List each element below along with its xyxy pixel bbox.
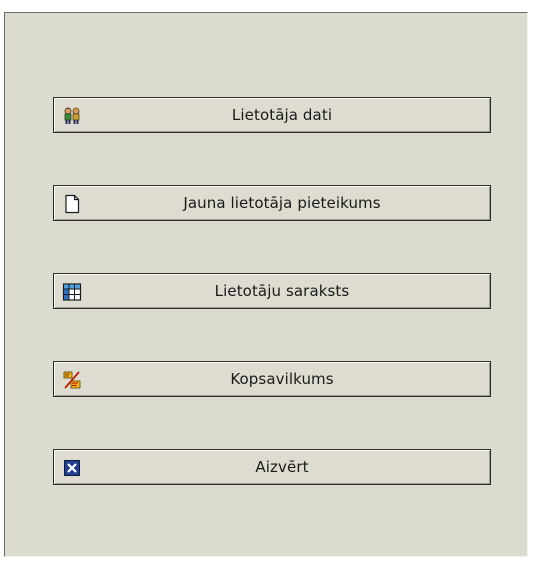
table-icon: [62, 282, 82, 302]
user-data-button[interactable]: Lietotāja dati: [53, 97, 491, 133]
users-icon: [62, 106, 82, 126]
close-icon: [62, 458, 82, 478]
close-button[interactable]: Aizvērt: [53, 449, 491, 485]
new-document-icon: [62, 194, 82, 214]
new-user-application-label: Jauna lietotāja pieteikums: [183, 194, 381, 212]
summary-button[interactable]: Kopsavilkums: [53, 361, 491, 397]
user-list-button[interactable]: Lietotāju saraksts: [53, 273, 491, 309]
new-user-application-button[interactable]: Jauna lietotāja pieteikums: [53, 185, 491, 221]
close-label: Aizvērt: [255, 458, 309, 476]
user-list-label: Lietotāju saraksts: [214, 282, 350, 300]
summary-icon: [62, 370, 82, 390]
menu-panel: Lietotāja dati Jauna lietotāja pieteikum…: [4, 12, 528, 557]
user-data-label: Lietotāja dati: [231, 106, 333, 124]
summary-label: Kopsavilkums: [230, 370, 334, 388]
